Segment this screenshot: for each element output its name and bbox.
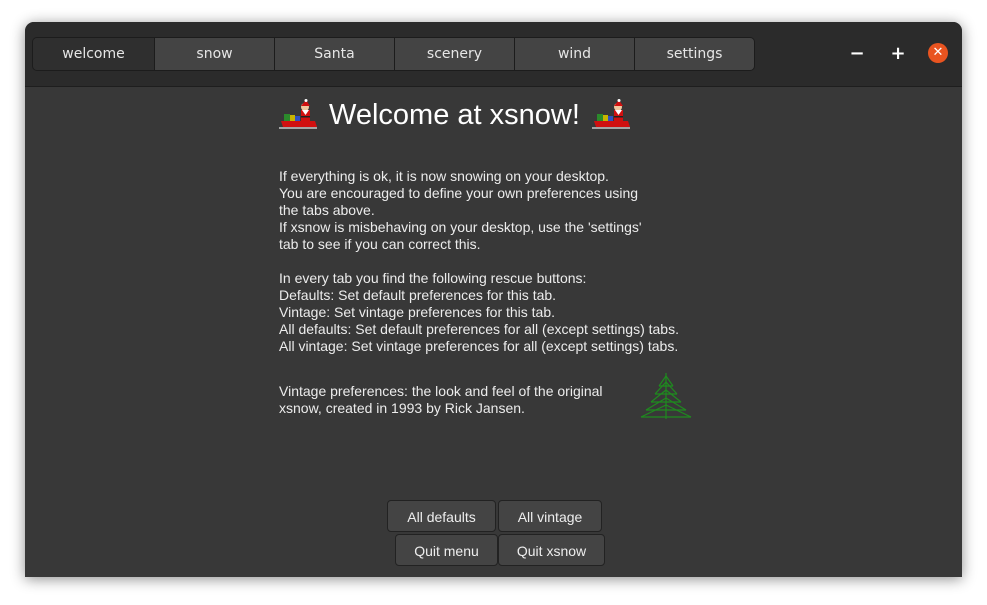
intro-line: tab to see if you can correct this. (279, 236, 481, 252)
rescue-line: All vintage: Set vintage preferences for… (279, 338, 679, 354)
christmas-tree-icon (640, 373, 692, 419)
tab-settings[interactable]: settings (634, 38, 754, 70)
intro-line: If xsnow is misbehaving on your desktop,… (279, 219, 642, 235)
rescue-line: Defaults: Set default preferences for th… (279, 287, 557, 303)
intro-text: If everything is ok, it is now snowing o… (279, 168, 642, 253)
vintage-line: xsnow, created in 1993 by Rick Jansen. (279, 400, 525, 416)
title-row: Welcome at xsnow! (277, 95, 632, 135)
tab-scenery[interactable]: scenery (394, 38, 514, 70)
vintage-text: Vintage preferences: the look and feel o… (279, 383, 603, 417)
rescue-line: In every tab you find the following resc… (279, 270, 587, 286)
tab-welcome[interactable]: welcome (33, 38, 154, 70)
tab-snow[interactable]: snow (154, 38, 274, 70)
minimize-button[interactable]: − (846, 43, 868, 65)
welcome-panel: Welcome at xsnow! If everything is ok, i… (25, 87, 962, 577)
header-bar: welcome snow Santa scenery wind settings… (25, 22, 962, 87)
intro-line: If everything is ok, it is now snowing o… (279, 168, 609, 184)
vintage-line: Vintage preferences: the look and feel o… (279, 383, 603, 399)
intro-line: the tabs above. (279, 202, 375, 218)
intro-line: You are encouraged to define your own pr… (279, 185, 639, 201)
tab-santa[interactable]: Santa (274, 38, 394, 70)
page-title: Welcome at xsnow! (329, 98, 580, 131)
tab-bar: welcome snow Santa scenery wind settings (32, 37, 755, 71)
rescue-line: Vintage: Set vintage preferences for thi… (279, 304, 556, 320)
rescue-line: All defaults: Set default preferences fo… (279, 321, 679, 337)
all-defaults-button[interactable]: All defaults (387, 500, 496, 532)
quit-menu-button[interactable]: Quit menu (395, 534, 498, 566)
tab-wind[interactable]: wind (514, 38, 634, 70)
rescue-text: In every tab you find the following resc… (279, 270, 679, 355)
maximize-button[interactable]: + (887, 43, 909, 65)
santa-sleigh-icon (591, 99, 630, 129)
quit-xsnow-button[interactable]: Quit xsnow (498, 534, 605, 566)
xsnow-window: welcome snow Santa scenery wind settings… (25, 22, 962, 577)
close-button[interactable]: ✕ (928, 43, 948, 63)
all-vintage-button[interactable]: All vintage (498, 500, 602, 532)
santa-sleigh-icon (279, 99, 317, 129)
